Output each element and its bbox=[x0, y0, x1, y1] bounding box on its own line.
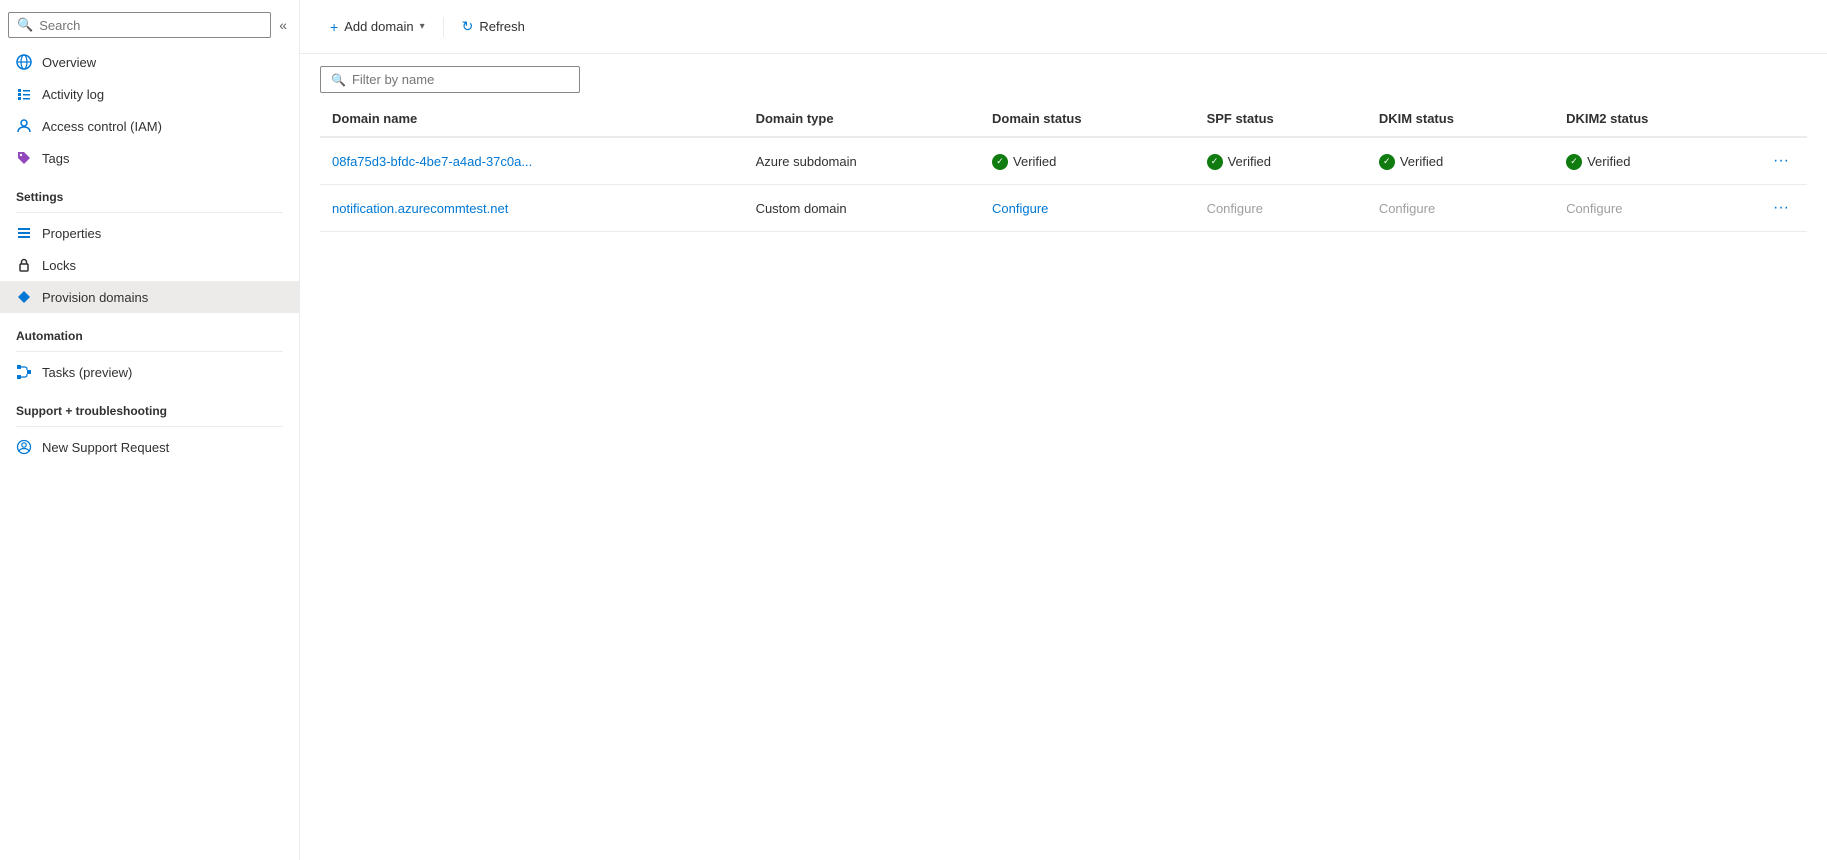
column-header-dkim2-status: DKIM2 status bbox=[1554, 101, 1755, 137]
domain-type-cell: Custom domain bbox=[744, 185, 980, 232]
refresh-icon: ↻ bbox=[462, 18, 474, 35]
main-content: + Add domain ▾ ↻ Refresh 🔍 Domain name D… bbox=[300, 0, 1827, 860]
verified-icon: ✓ bbox=[1566, 154, 1582, 170]
domain-table: Domain name Domain type Domain status SP… bbox=[300, 101, 1827, 860]
refresh-label: Refresh bbox=[479, 19, 525, 34]
dkim2-configure: Configure bbox=[1566, 201, 1622, 216]
search-input[interactable] bbox=[39, 18, 262, 33]
column-header-domain-name: Domain name bbox=[320, 101, 744, 137]
flow-icon bbox=[16, 364, 32, 380]
list-icon bbox=[16, 86, 32, 102]
table-row: 08fa75d3-bfdc-4be7-a4ad-37c0a... Azure su… bbox=[320, 137, 1807, 185]
person-circle-icon bbox=[16, 439, 32, 455]
person-icon bbox=[16, 118, 32, 134]
tag-icon bbox=[16, 150, 32, 166]
sidebar-item-new-support[interactable]: New Support Request bbox=[0, 431, 299, 463]
sidebar-item-tags-label: Tags bbox=[42, 151, 69, 166]
sidebar-item-tags[interactable]: Tags bbox=[0, 142, 299, 174]
filter-row: 🔍 bbox=[300, 54, 1827, 101]
diamond-icon bbox=[16, 289, 32, 305]
sidebar-item-properties-label: Properties bbox=[42, 226, 101, 241]
filter-by-name-input[interactable] bbox=[352, 72, 569, 87]
globe-icon bbox=[16, 54, 32, 70]
add-domain-label: Add domain bbox=[344, 19, 413, 34]
add-domain-button[interactable]: + Add domain ▾ bbox=[320, 13, 435, 41]
spf-status-cell: ✓ Verified bbox=[1195, 137, 1367, 185]
verified-icon: ✓ bbox=[1207, 154, 1223, 170]
section-divider-automation bbox=[16, 351, 283, 352]
toolbar: + Add domain ▾ ↻ Refresh bbox=[300, 0, 1827, 54]
sidebar-item-overview-label: Overview bbox=[42, 55, 96, 70]
sidebar-item-locks[interactable]: Locks bbox=[0, 249, 299, 281]
bars-icon bbox=[16, 225, 32, 241]
section-divider-support bbox=[16, 426, 283, 427]
add-domain-chevron-icon: ▾ bbox=[420, 21, 425, 32]
column-header-dkim-status: DKIM status bbox=[1367, 101, 1554, 137]
sidebar: 🔍 « Overview Activity log Access control… bbox=[0, 0, 300, 860]
sidebar-item-tasks[interactable]: Tasks (preview) bbox=[0, 356, 299, 388]
table-row: notification.azurecommtest.net Custom dom… bbox=[320, 185, 1807, 232]
row-ellipsis-button[interactable]: ··· bbox=[1767, 150, 1795, 172]
filter-search-icon: 🔍 bbox=[331, 73, 346, 87]
sidebar-item-activity-log[interactable]: Activity log bbox=[0, 78, 299, 110]
domain-status-cell[interactable]: Configure bbox=[980, 185, 1195, 232]
dkim-status-cell: ✓ Verified bbox=[1367, 137, 1554, 185]
sidebar-item-access-control-label: Access control (IAM) bbox=[42, 119, 162, 134]
verified-badge: ✓ Verified bbox=[992, 154, 1056, 170]
sidebar-item-access-control[interactable]: Access control (IAM) bbox=[0, 110, 299, 142]
domain-status-cell: ✓ Verified bbox=[980, 137, 1195, 185]
dkim2-status-cell: ✓ Verified bbox=[1554, 137, 1755, 185]
sidebar-item-provision-domains-label: Provision domains bbox=[42, 290, 148, 305]
filter-input-wrap[interactable]: 🔍 bbox=[320, 66, 580, 93]
domain-name-link[interactable]: 08fa75d3-bfdc-4be7-a4ad-37c0a... bbox=[332, 154, 532, 169]
table-header-row: Domain name Domain type Domain status SP… bbox=[320, 101, 1807, 137]
section-automation-header: Automation bbox=[0, 313, 299, 347]
row-actions-cell: ··· bbox=[1755, 137, 1807, 185]
sidebar-item-activity-log-label: Activity log bbox=[42, 87, 104, 102]
verified-badge: ✓ Verified bbox=[1379, 154, 1443, 170]
verified-badge: ✓ Verified bbox=[1207, 154, 1271, 170]
sidebar-search-row: 🔍 « bbox=[0, 8, 299, 46]
domain-name-link[interactable]: notification.azurecommtest.net bbox=[332, 201, 508, 216]
add-icon: + bbox=[330, 19, 338, 35]
section-settings-header: Settings bbox=[0, 174, 299, 208]
dkim2-status-cell: Configure bbox=[1554, 185, 1755, 232]
sidebar-item-overview[interactable]: Overview bbox=[0, 46, 299, 78]
verified-badge: ✓ Verified bbox=[1566, 154, 1630, 170]
spf-configure: Configure bbox=[1207, 201, 1263, 216]
domains-table: Domain name Domain type Domain status SP… bbox=[320, 101, 1807, 232]
lock-icon bbox=[16, 257, 32, 273]
spf-status-cell: Configure bbox=[1195, 185, 1367, 232]
dkim-status-cell: Configure bbox=[1367, 185, 1554, 232]
section-divider bbox=[16, 212, 283, 213]
domain-type-cell: Azure subdomain bbox=[744, 137, 980, 185]
verified-icon: ✓ bbox=[992, 154, 1008, 170]
refresh-button[interactable]: ↻ Refresh bbox=[452, 12, 535, 41]
sidebar-item-tasks-label: Tasks (preview) bbox=[42, 365, 132, 380]
verified-icon: ✓ bbox=[1379, 154, 1395, 170]
column-header-spf-status: SPF status bbox=[1195, 101, 1367, 137]
sidebar-search-box[interactable]: 🔍 bbox=[8, 12, 271, 38]
collapse-sidebar-button[interactable]: « bbox=[275, 13, 291, 37]
configure-link[interactable]: Configure bbox=[992, 201, 1048, 216]
sidebar-item-properties[interactable]: Properties bbox=[0, 217, 299, 249]
row-actions-cell: ··· bbox=[1755, 185, 1807, 232]
sidebar-item-new-support-label: New Support Request bbox=[42, 440, 169, 455]
column-header-domain-type: Domain type bbox=[744, 101, 980, 137]
column-header-domain-status: Domain status bbox=[980, 101, 1195, 137]
search-icon: 🔍 bbox=[17, 17, 33, 33]
section-support-header: Support + troubleshooting bbox=[0, 388, 299, 422]
dkim-configure: Configure bbox=[1379, 201, 1435, 216]
toolbar-divider bbox=[443, 17, 444, 37]
sidebar-item-locks-label: Locks bbox=[42, 258, 76, 273]
sidebar-item-provision-domains[interactable]: Provision domains bbox=[0, 281, 299, 313]
row-ellipsis-button[interactable]: ··· bbox=[1767, 197, 1795, 219]
